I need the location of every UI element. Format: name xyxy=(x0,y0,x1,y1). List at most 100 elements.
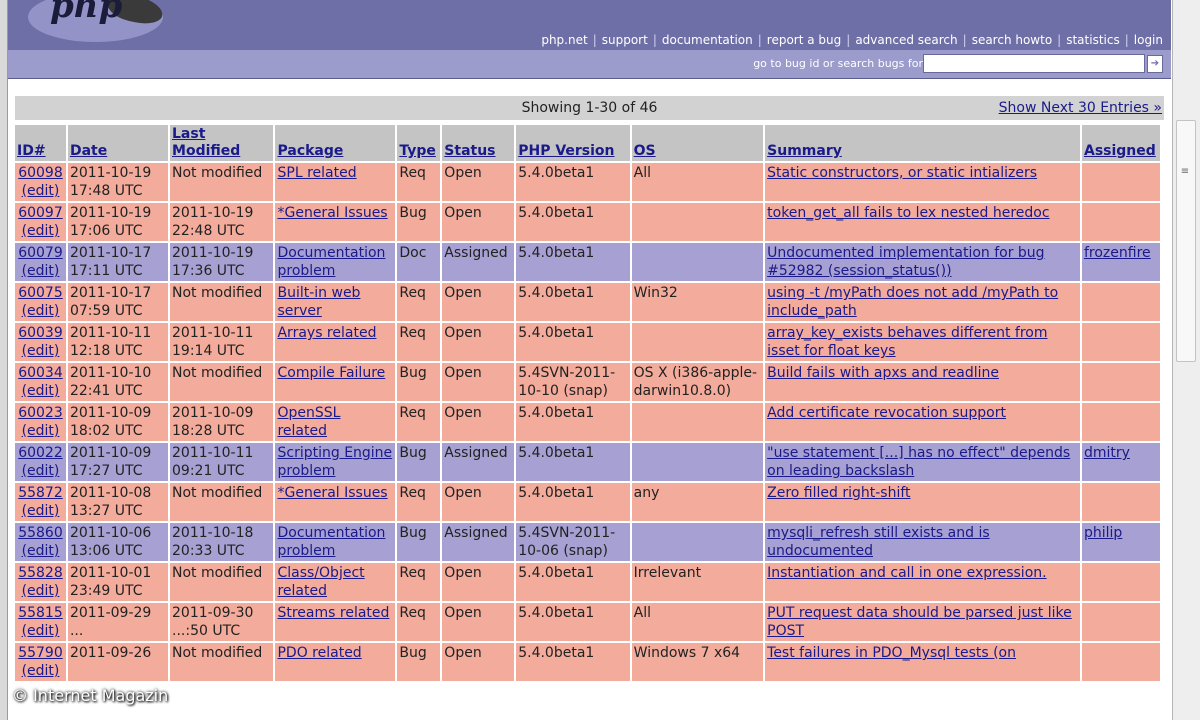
status-cell: Assigned xyxy=(442,243,515,281)
column-header[interactable]: Type xyxy=(397,125,441,161)
date-cell: 2011-10-17 17:11 UTC xyxy=(67,243,169,281)
package-link[interactable]: Arrays related xyxy=(277,325,376,341)
edit-link[interactable]: (edit) xyxy=(22,503,60,519)
column-header[interactable]: Date xyxy=(67,125,169,161)
bug-id-link[interactable]: 55828 xyxy=(18,565,63,581)
summary-cell: using -t /myPath does not add /myPath to… xyxy=(765,283,1080,321)
nav-support[interactable]: support xyxy=(602,33,648,47)
edit-link[interactable]: (edit) xyxy=(22,223,60,239)
nav-statistics[interactable]: statistics xyxy=(1066,33,1120,47)
php-logo[interactable]: php xyxy=(28,0,168,44)
bug-id-link[interactable]: 60022 xyxy=(18,445,63,461)
bug-id-link[interactable]: 60039 xyxy=(18,325,63,341)
nav-report-bug[interactable]: report a bug xyxy=(767,33,841,47)
nav-login[interactable]: login xyxy=(1134,33,1163,47)
summary-link[interactable]: Add certificate revocation support xyxy=(767,405,1006,421)
summary-link[interactable]: Undocumented implementation for bug #529… xyxy=(767,245,1044,279)
modified-cell: Not modified xyxy=(170,363,274,401)
package-link[interactable]: Class/Object related xyxy=(277,565,364,599)
column-header[interactable]: PHP Version xyxy=(516,125,630,161)
package-link[interactable]: Documentation problem xyxy=(277,525,385,559)
modified-cell: Not modified xyxy=(170,643,274,681)
edit-link[interactable]: (edit) xyxy=(22,543,60,559)
search-input[interactable] xyxy=(923,54,1145,73)
os-cell xyxy=(631,323,764,361)
assigned-link[interactable]: frozenfire xyxy=(1084,245,1151,261)
status-cell: Open xyxy=(442,643,515,681)
modified-cell: 2011-10-19 22:48 UTC xyxy=(170,203,274,241)
assigned-link[interactable]: dmitry xyxy=(1084,445,1130,461)
column-header[interactable]: Assigned xyxy=(1081,125,1160,161)
package-link[interactable]: PDO related xyxy=(277,645,361,661)
edit-link[interactable]: (edit) xyxy=(22,383,60,399)
bug-id-link[interactable]: 55790 xyxy=(18,645,63,661)
bug-id-link[interactable]: 60034 xyxy=(18,365,63,381)
nav-advanced-search[interactable]: advanced search xyxy=(855,33,957,47)
summary-link[interactable]: "use statement [...] has no effect" depe… xyxy=(767,445,1070,479)
package-cell: OpenSSL related xyxy=(275,403,396,441)
table-row: 60022 (edit) 2011-10-09 17:27 UTC 2011-10-1… xyxy=(15,443,1160,481)
bug-id-link[interactable]: 60079 xyxy=(18,245,63,261)
edit-link[interactable]: (edit) xyxy=(22,303,60,319)
nav-php-net[interactable]: php.net xyxy=(541,33,587,47)
edit-link[interactable]: (edit) xyxy=(22,343,60,359)
package-link[interactable]: OpenSSL related xyxy=(277,405,340,439)
summary-link[interactable]: token_get_all fails to lex nested heredo… xyxy=(767,205,1049,221)
bug-id-link[interactable]: 60075 xyxy=(18,285,63,301)
assigned-link[interactable]: philip xyxy=(1084,525,1122,541)
date-cell: 2011-10-17 07:59 UTC xyxy=(67,283,169,321)
date-cell: 2011-10-09 17:27 UTC xyxy=(67,443,169,481)
bug-id-cell: 55815 (edit) xyxy=(15,603,66,641)
package-link[interactable]: Streams related xyxy=(277,605,389,621)
column-header[interactable]: Status xyxy=(442,125,515,161)
assigned-cell xyxy=(1081,203,1160,241)
edit-link[interactable]: (edit) xyxy=(22,463,60,479)
package-link[interactable]: SPL related xyxy=(277,165,356,181)
package-link[interactable]: Documentation problem xyxy=(277,245,385,279)
edit-link[interactable]: (edit) xyxy=(22,663,60,679)
bug-id-link[interactable]: 60097 xyxy=(18,205,63,221)
os-cell xyxy=(631,523,764,561)
summary-link[interactable]: Build fails with apxs and readline xyxy=(767,365,999,381)
search-go-icon[interactable]: ➔ xyxy=(1147,55,1163,73)
edit-link[interactable]: (edit) xyxy=(22,263,60,279)
summary-link[interactable]: Test failures in PDO_Mysql tests (on xyxy=(767,645,1016,661)
bug-id-link[interactable]: 60098 xyxy=(18,165,63,181)
nav-search-howto[interactable]: search howto xyxy=(972,33,1052,47)
package-link[interactable]: *General Issues xyxy=(277,485,387,501)
edit-link[interactable]: (edit) xyxy=(22,583,60,599)
scrollbar-thumb[interactable] xyxy=(1176,120,1196,362)
bug-id-link[interactable]: 55872 xyxy=(18,485,63,501)
summary-link[interactable]: PUT request data should be parsed just l… xyxy=(767,605,1072,639)
table-row: 60079 (edit) 2011-10-17 17:11 UTC 2011-10-1… xyxy=(15,243,1160,281)
nav-documentation[interactable]: documentation xyxy=(662,33,753,47)
summary-link[interactable]: mysqli_refresh still exists and is undoc… xyxy=(767,525,990,559)
package-cell: *General Issues xyxy=(275,483,396,521)
column-header[interactable]: OS xyxy=(631,125,764,161)
bug-id-link[interactable]: 60023 xyxy=(18,405,63,421)
package-link[interactable]: *General Issues xyxy=(277,205,387,221)
package-link[interactable]: Built-in web server xyxy=(277,285,360,319)
summary-link[interactable]: using -t /myPath does not add /myPath to… xyxy=(767,285,1058,319)
summary-link[interactable]: Zero filled right-shift xyxy=(767,485,910,501)
column-header[interactable]: Summary xyxy=(765,125,1080,161)
edit-link[interactable]: (edit) xyxy=(22,423,60,439)
column-header[interactable]: Last Modified xyxy=(170,125,274,161)
summary-link[interactable]: array_key_exists behaves different from … xyxy=(767,325,1047,359)
modified-cell: 2011-10-11 09:21 UTC xyxy=(170,443,274,481)
summary-link[interactable]: Static constructors, or static intialize… xyxy=(767,165,1037,181)
bug-id-cell: 60098 (edit) xyxy=(15,163,66,201)
bug-id-link[interactable]: 55860 xyxy=(18,525,63,541)
bug-id-link[interactable]: 55815 xyxy=(18,605,63,621)
edit-link[interactable]: (edit) xyxy=(22,183,60,199)
search-label: go to bug id or search bugs for xyxy=(753,57,923,70)
show-next-link[interactable]: Show Next 30 Entries » xyxy=(999,100,1162,116)
column-header[interactable]: Package xyxy=(275,125,396,161)
bug-id-cell: 60022 (edit) xyxy=(15,443,66,481)
package-link[interactable]: Scripting Engine problem xyxy=(277,445,392,479)
edit-link[interactable]: (edit) xyxy=(22,623,60,639)
package-link[interactable]: Compile Failure xyxy=(277,365,385,381)
summary-link[interactable]: Instantiation and call in one expression… xyxy=(767,565,1046,581)
column-header[interactable]: ID# xyxy=(15,125,66,161)
type-cell: Bug xyxy=(397,443,441,481)
